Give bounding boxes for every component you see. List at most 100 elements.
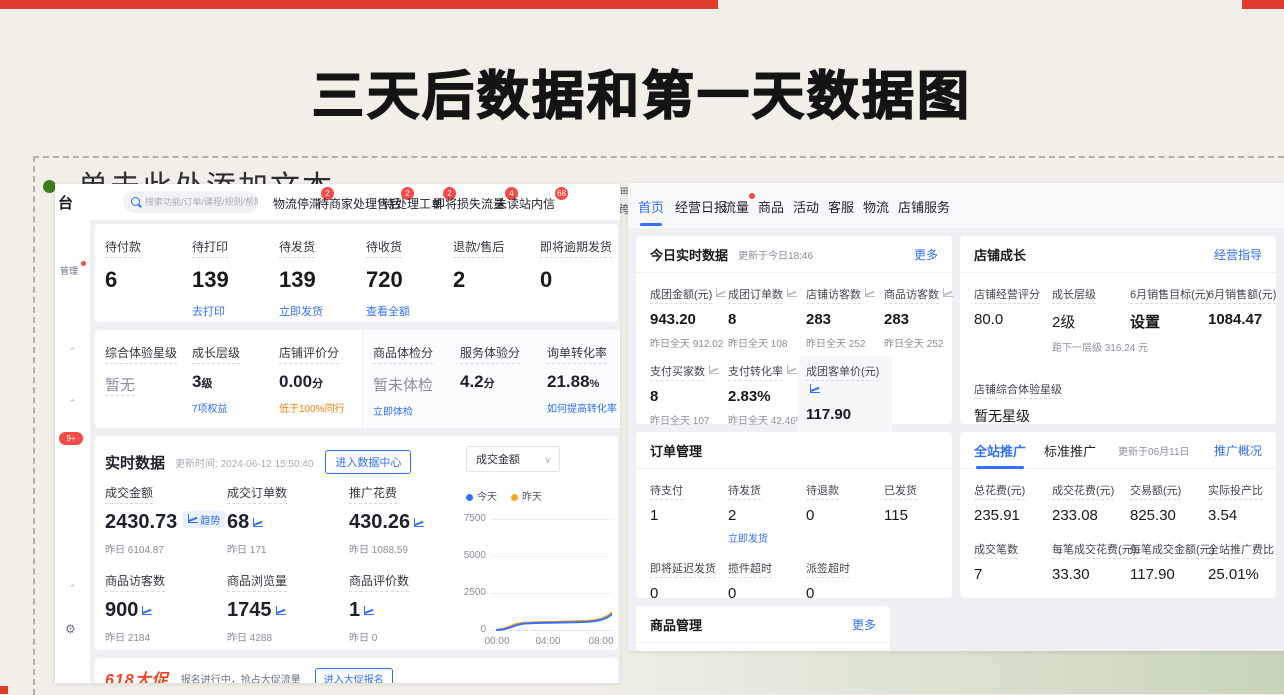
business-guide-link[interactable]: 经营指导 bbox=[1214, 246, 1262, 263]
chart-metric-select[interactable]: 成交金额 ∨ bbox=[466, 446, 560, 472]
tab-service[interactable]: 客服 bbox=[828, 197, 854, 216]
left-dashboard-window: 台 管理 ⌃ ⌃ 9+ ⌃ ⚙ 搜索功能/订单/课程/规则/帮助/服务 物流停滞… bbox=[55, 184, 620, 683]
product-management-card: 商品管理 更多 在售中 已售罄 已下架 bbox=[636, 606, 890, 651]
nav-logistics-stalled[interactable]: 物流停滞 2 bbox=[273, 195, 321, 212]
metric-ad-spend: 推广花费 430.26 昨日 1088.59 bbox=[349, 484, 471, 556]
orders-pending-refund: 待退款 0 bbox=[806, 481, 884, 545]
manage-red-dot bbox=[81, 261, 86, 266]
promo-updated: 更新于06月11日 bbox=[1118, 443, 1190, 458]
promo-cost-per-deal: 每笔成交花费(元) 33.30 bbox=[1052, 540, 1130, 583]
today-realtime-card: 今日实时数据 更新于今日18:46 更多 成团金额(元) 943.20 昨日全天… bbox=[636, 236, 952, 424]
stat-experience-star: 综合体验星级 暂无 bbox=[105, 344, 192, 428]
products-more-link[interactable]: 更多 bbox=[852, 616, 876, 633]
stat-product-check: 商品体检分 暂未体检 立即体检 bbox=[373, 344, 460, 428]
legend-yesterday[interactable]: 昨天 bbox=[511, 488, 542, 503]
mini-chart-icon[interactable] bbox=[716, 288, 726, 297]
mini-chart-icon[interactable] bbox=[709, 365, 719, 374]
promo-deal-count: 成交笔数 7 bbox=[974, 540, 1052, 583]
orders-pending-pay: 待支付 1 bbox=[650, 481, 728, 545]
promo-signup-button[interactable]: 进入大促报名 bbox=[315, 668, 393, 684]
set-target-link[interactable]: 设置 bbox=[1130, 311, 1208, 332]
order-stats-card: 待付款 6 待打印 139 去打印 待发货 139 立即发货 待收货 720 查… bbox=[95, 224, 618, 322]
legend-today[interactable]: 今天 bbox=[466, 488, 497, 503]
mini-chart-icon[interactable] bbox=[787, 365, 797, 374]
nav-badge: 68 bbox=[555, 187, 568, 200]
workbench-logo: 台 bbox=[58, 192, 73, 213]
metric-product-visitors: 商品访客数 283 昨日全天 252 bbox=[884, 285, 962, 350]
stat-overdue-shipping: 即将逾期发货 0 bbox=[540, 238, 620, 319]
nav-unread-messages[interactable]: 未读站内信 68 bbox=[495, 195, 555, 212]
check-now-link[interactable]: 立即体检 bbox=[373, 403, 460, 418]
shop-growth-card: 店铺成长 经营指导 店铺经营评分 80.0 成长层级 2级 距下一层级 316.… bbox=[960, 236, 1276, 424]
promo-total-spend: 总花费(元) 235.91 bbox=[974, 481, 1052, 524]
tab-traffic[interactable]: 流量 bbox=[723, 197, 749, 216]
below-peers-note: 低于100%同行 bbox=[279, 400, 366, 415]
top-red-bar bbox=[0, 0, 718, 9]
metric-product-views: 商品浏览量 1745 昨日 4288 bbox=[227, 572, 349, 644]
tab-activities[interactable]: 活动 bbox=[793, 197, 819, 216]
top-right-red-bar bbox=[1242, 0, 1284, 9]
mini-chart-icon[interactable] bbox=[810, 384, 820, 393]
left-sidebar: 台 管理 ⌃ ⌃ 9+ ⌃ ⚙ bbox=[55, 184, 91, 683]
mini-chart-icon[interactable] bbox=[943, 288, 953, 297]
tab-standard-promo[interactable]: 标准推广 bbox=[1044, 441, 1096, 460]
traffic-red-dot bbox=[749, 193, 755, 199]
tab-logistics[interactable]: 物流 bbox=[863, 197, 889, 216]
legend-dot-today bbox=[466, 494, 473, 501]
left-topbar: 搜索功能/订单/课程/规则/帮助/服务 物流停滞 2 待商家处理售后 2 待处理… bbox=[90, 184, 620, 221]
metric-orders: 成交订单数 68 昨日 171 bbox=[227, 484, 349, 556]
trend-chart-icon[interactable] bbox=[364, 606, 374, 615]
orders-delivery-timeout: 派签超时 0 bbox=[806, 559, 884, 602]
promo-roi: 实际投产比 3.54 bbox=[1208, 481, 1284, 524]
view-amount-link[interactable]: 查看全额 bbox=[366, 303, 453, 319]
stat-to-print: 待打印 139 去打印 bbox=[192, 238, 279, 319]
search-input[interactable]: 搜索功能/订单/课程/规则/帮助/服务 bbox=[123, 191, 258, 213]
promo-618-card: 618大促 报名进行中，抢占大促流量 进入大促报名 bbox=[95, 658, 618, 683]
trend-chart-icon[interactable] bbox=[414, 518, 424, 527]
metric-group-orders: 成团订单数 8 昨日全天 108 bbox=[728, 285, 806, 350]
chevron-up-icon[interactable]: ⌃ bbox=[55, 346, 90, 357]
chevron-up-icon[interactable]: ⌃ bbox=[55, 583, 90, 594]
mini-chart-icon[interactable] bbox=[787, 288, 797, 297]
benefits-link[interactable]: 7项权益 bbox=[192, 400, 279, 415]
tab-products[interactable]: 商品 bbox=[758, 197, 784, 216]
orders-to-ship: 待发货 2 立即发货 bbox=[728, 481, 806, 545]
growth-sales-target: 6月销售目标(元) 设置 bbox=[1130, 285, 1208, 354]
right-tabbar: 首页 经营日报 流量 商品 活动 客服 物流 店铺服务 bbox=[628, 183, 1284, 228]
trend-tag[interactable]: 趋势 bbox=[183, 511, 225, 528]
star-level-label: 店铺综合体验星级 bbox=[974, 381, 1062, 399]
ship-now-link[interactable]: 立即发货 bbox=[279, 303, 366, 319]
mini-chart-icon[interactable] bbox=[865, 288, 875, 297]
tab-shop-services[interactable]: 店铺服务 bbox=[898, 197, 950, 216]
stat-growth-level: 成长层级 3级 7项权益 bbox=[192, 344, 279, 428]
metric-shop-visitors: 店铺访客数 283 昨日全天 252 bbox=[806, 285, 884, 350]
today-more-link[interactable]: 更多 bbox=[914, 246, 938, 263]
stat-to-ship: 待发货 139 立即发货 bbox=[279, 238, 366, 319]
today-card-title: 今日实时数据 bbox=[650, 245, 728, 264]
sidebar-count-badge: 9+ bbox=[59, 432, 83, 445]
star-level-value: 暂无星级 bbox=[974, 406, 1276, 426]
search-icon bbox=[131, 197, 140, 206]
trend-chart-icon[interactable] bbox=[276, 606, 286, 615]
stat-pending-payment: 待付款 6 bbox=[105, 238, 192, 319]
trend-chart-icon[interactable] bbox=[142, 606, 152, 615]
ship-now-link[interactable]: 立即发货 bbox=[728, 530, 806, 545]
tab-sitewide-promo[interactable]: 全站推广 bbox=[974, 441, 1026, 460]
data-center-button[interactable]: 进入数据中心 bbox=[325, 450, 411, 474]
sidebar-item-manage[interactable]: 管理 bbox=[60, 264, 78, 277]
promo-overview-link[interactable]: 推广概况 bbox=[1214, 442, 1262, 459]
trend-chart-icon[interactable] bbox=[253, 518, 263, 527]
promotion-card: 全站推广 标准推广 更新于06月11日 推广概况 总花费(元) 235.91 成… bbox=[960, 432, 1276, 598]
stat-service-score: 服务体验分 4.2分 bbox=[460, 344, 547, 428]
realtime-chart-area: 成交金额 ∨ 今天 昨天 7500 5000 2500 0 00:00 04:0… bbox=[460, 444, 612, 650]
chevron-up-icon[interactable]: ⌃ bbox=[55, 398, 90, 409]
tab-home[interactable]: 首页 bbox=[638, 197, 664, 216]
promo-deal-spend: 成交花费(元) 233.08 bbox=[1052, 481, 1130, 524]
settings-gear-icon[interactable]: ⚙ bbox=[65, 622, 76, 636]
metric-product-reviews: 商品评价数 1 昨日 0 bbox=[349, 572, 471, 644]
go-print-link[interactable]: 去打印 bbox=[192, 303, 279, 319]
orders-delay-warning: 即将延迟发货 0 bbox=[650, 559, 728, 602]
tab-daily-report[interactable]: 经营日报 bbox=[675, 197, 727, 216]
products-card-title: 商品管理 bbox=[650, 615, 702, 634]
improve-conversion-link[interactable]: 如何提高转化率 bbox=[547, 400, 620, 415]
